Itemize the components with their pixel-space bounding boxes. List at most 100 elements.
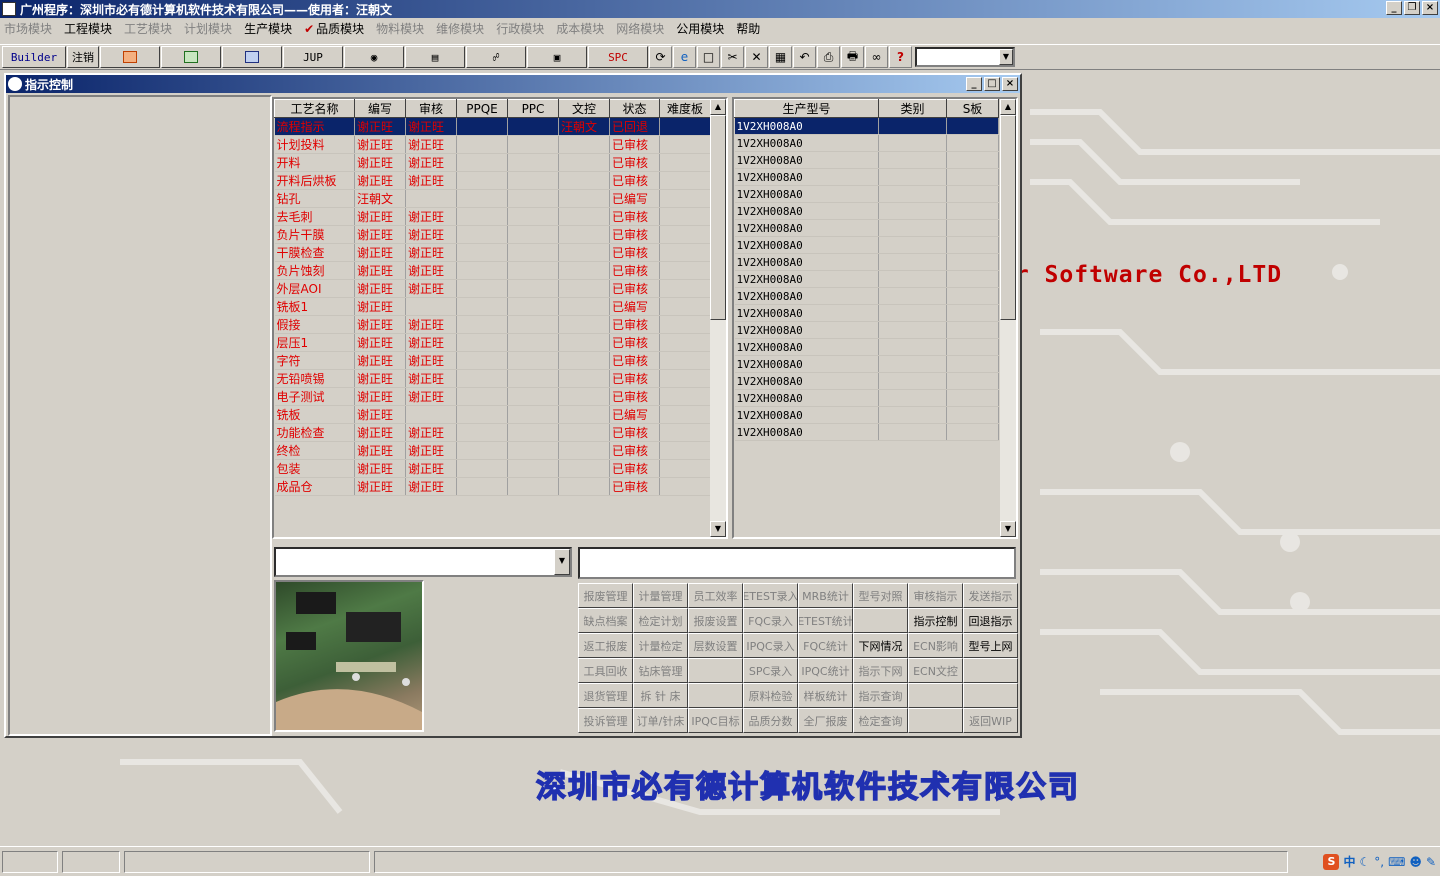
- model-scrollbar[interactable]: ▲ ▼: [1000, 99, 1016, 537]
- menu-item-8[interactable]: 行政模块: [496, 20, 544, 37]
- function-button[interactable]: 下网情况: [853, 633, 908, 658]
- process-grid[interactable]: 工艺名称 编写 审核 PPQE PPC 文控 状态 难度板 流程指示 谢正旺 谢正旺 汪朝文 已回退计…: [272, 97, 728, 539]
- child-minimize-button[interactable]: _: [966, 77, 982, 91]
- function-button[interactable]: IPQC录入: [743, 633, 798, 658]
- column-header[interactable]: 工艺名称: [274, 99, 355, 118]
- word-button[interactable]: [222, 46, 282, 68]
- menu-item-6[interactable]: 物料模块: [376, 20, 424, 37]
- table-row[interactable]: 1V2XH008A0: [734, 270, 999, 288]
- process-select[interactable]: ▼: [274, 547, 572, 577]
- minimize-button[interactable]: _: [1386, 1, 1402, 15]
- table-row[interactable]: 1V2XH008A0: [734, 355, 999, 373]
- function-button[interactable]: [908, 683, 963, 708]
- wrench-icon[interactable]: ✎: [1426, 855, 1436, 869]
- logout-button[interactable]: 注销: [67, 46, 99, 68]
- table-row[interactable]: 1V2XH008A0: [734, 219, 999, 237]
- function-button[interactable]: 钻床管理: [633, 658, 688, 683]
- table-row[interactable]: 1V2XH008A0: [734, 389, 999, 407]
- function-button[interactable]: 报废设置: [688, 608, 743, 633]
- table-row[interactable]: 1V2XH008A0: [734, 287, 999, 305]
- spc-button[interactable]: SPC: [588, 46, 648, 68]
- function-button[interactable]: 品质分数: [743, 708, 798, 733]
- function-button[interactable]: 检定计划: [633, 608, 688, 633]
- function-button[interactable]: ETEST录入: [743, 583, 798, 608]
- save-button[interactable]: ▦: [769, 46, 792, 68]
- database-button[interactable]: ▤: [405, 46, 465, 68]
- function-button[interactable]: 计量管理: [633, 583, 688, 608]
- function-button[interactable]: 指示查询: [853, 683, 908, 708]
- scroll-thumb[interactable]: [1000, 115, 1016, 320]
- function-button[interactable]: 返回WIP: [963, 708, 1018, 733]
- keyboard-icon[interactable]: ⌨: [1388, 855, 1405, 869]
- table-row[interactable]: 1V2XH008A0: [734, 321, 999, 339]
- function-button[interactable]: 样板统计: [798, 683, 853, 708]
- computer-button[interactable]: ▣: [527, 46, 587, 68]
- scroll-up-icon[interactable]: ▲: [1000, 99, 1016, 115]
- scroll-down-icon[interactable]: ▼: [710, 521, 726, 537]
- table-row[interactable]: 1V2XH008A0: [734, 406, 999, 424]
- model-input[interactable]: [578, 547, 1016, 579]
- function-button[interactable]: 指示下网: [853, 658, 908, 683]
- function-button[interactable]: 回退指示: [963, 608, 1018, 633]
- table-row[interactable]: 1V2XH008A0: [734, 304, 999, 322]
- function-button[interactable]: IPQC统计: [798, 658, 853, 683]
- preview-button[interactable]: ⎙: [817, 46, 840, 68]
- menu-item-0[interactable]: 市场模块: [4, 20, 52, 37]
- chevron-down-icon[interactable]: ▼: [554, 549, 570, 575]
- function-button[interactable]: 原料检验: [743, 683, 798, 708]
- table-row[interactable]: 1V2XH008A0: [734, 117, 999, 135]
- menu-item-12[interactable]: 帮助: [736, 20, 760, 37]
- menu-item-10[interactable]: 网络模块: [616, 20, 664, 37]
- column-header[interactable]: 文控: [558, 99, 610, 118]
- function-button[interactable]: ECN文控: [908, 658, 963, 683]
- menu-item-1[interactable]: 工程模块: [64, 20, 112, 37]
- table-row[interactable]: 1V2XH008A0: [734, 151, 999, 169]
- table-row[interactable]: 1V2XH008A0: [734, 185, 999, 203]
- network-button[interactable]: ☍: [466, 46, 526, 68]
- function-button[interactable]: [908, 708, 963, 733]
- function-button[interactable]: IPQC目标: [688, 708, 743, 733]
- refresh-button[interactable]: ⟳: [649, 46, 672, 68]
- restore-button[interactable]: ❐: [1404, 1, 1420, 15]
- toolbar-combo[interactable]: ▼: [915, 47, 1015, 67]
- table-row[interactable]: 层压1 谢正旺 谢正旺 已审核: [274, 333, 711, 352]
- function-button[interactable]: 拆 针 床: [633, 683, 688, 708]
- table-row[interactable]: 负片干膜 谢正旺 谢正旺 已审核: [274, 225, 711, 244]
- function-button[interactable]: 全厂报废: [798, 708, 853, 733]
- table-row[interactable]: 终检 谢正旺 谢正旺 已审核: [274, 441, 711, 460]
- table-row[interactable]: 开料后烘板 谢正旺 谢正旺 已审核: [274, 171, 711, 190]
- function-button[interactable]: 发送指示: [963, 583, 1018, 608]
- model-grid[interactable]: 生产型号 类别 S板 1V2XH008A0 1V2XH008A0 1V2XH008A0 1…: [732, 97, 1018, 539]
- delete-button[interactable]: ✕: [745, 46, 768, 68]
- process-scrollbar[interactable]: ▲ ▼: [710, 99, 726, 537]
- function-button[interactable]: 报废管理: [578, 583, 633, 608]
- menu-item-4[interactable]: 生产模块: [244, 20, 292, 37]
- function-button[interactable]: ECN影响: [908, 633, 963, 658]
- menu-item-2[interactable]: 工艺模块: [124, 20, 172, 37]
- moon-icon[interactable]: ☾: [1360, 855, 1371, 869]
- column-header[interactable]: 生产型号: [734, 99, 879, 118]
- ime-mode[interactable]: 中: [1343, 853, 1355, 870]
- child-close-button[interactable]: ×: [1002, 77, 1018, 91]
- function-button[interactable]: 型号对照: [853, 583, 908, 608]
- table-row[interactable]: 流程指示 谢正旺 谢正旺 汪朝文 已回退: [274, 117, 711, 136]
- function-button[interactable]: 员工效率: [688, 583, 743, 608]
- menu-item-5[interactable]: ✔ 品质模块: [304, 20, 364, 37]
- table-row[interactable]: 1V2XH008A0: [734, 202, 999, 220]
- table-row[interactable]: 成品仓 谢正旺 谢正旺 已审核: [274, 477, 711, 496]
- function-button[interactable]: 返工报废: [578, 633, 633, 658]
- table-row[interactable]: 1V2XH008A0: [734, 253, 999, 271]
- function-button[interactable]: [688, 683, 743, 708]
- function-button[interactable]: 层数设置: [688, 633, 743, 658]
- powerpoint-button[interactable]: [100, 46, 160, 68]
- function-button[interactable]: SPC录入: [743, 658, 798, 683]
- table-row[interactable]: 1V2XH008A0: [734, 423, 999, 441]
- table-row[interactable]: 1V2XH008A0: [734, 134, 999, 152]
- user-icon[interactable]: ☻: [1409, 855, 1422, 869]
- function-button[interactable]: [853, 608, 908, 633]
- close-button[interactable]: ×: [1422, 1, 1438, 15]
- function-button[interactable]: 型号上网: [963, 633, 1018, 658]
- function-button[interactable]: FQC录入: [743, 608, 798, 633]
- menu-item-9[interactable]: 成本模块: [556, 20, 604, 37]
- table-row[interactable]: 假接 谢正旺 谢正旺 已审核: [274, 315, 711, 334]
